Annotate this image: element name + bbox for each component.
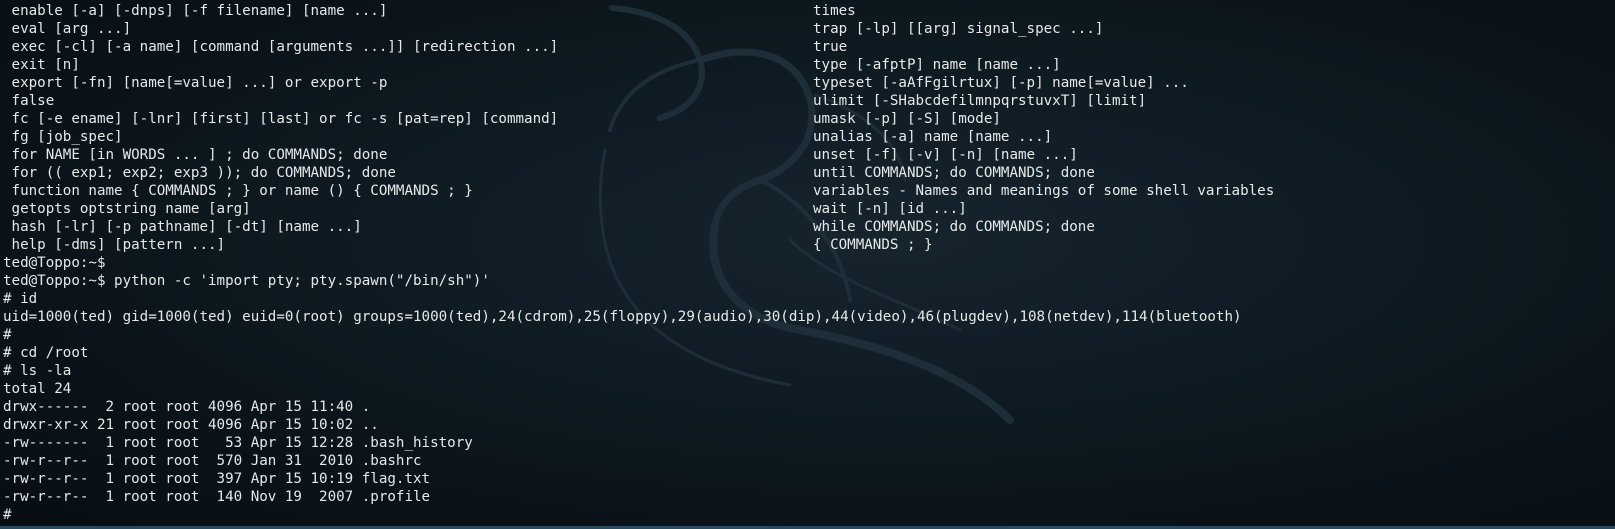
active-shell-prompt[interactable]: # <box>3 506 1242 524</box>
ls-entry-line: -rw-r--r-- 1 root root 397 Apr 15 10:19 … <box>3 471 431 487</box>
shell-prompt-line: ted@Toppo:~$ <box>3 255 106 271</box>
help-line: unalias [-a] name [name ...] <box>813 129 1053 145</box>
ls-entry-line: -rw-r--r-- 1 root root 140 Nov 19 2007 .… <box>3 489 431 505</box>
help-line: unset [-f] [-v] [-n] [name ...] <box>813 147 1078 163</box>
id-output-line: uid=1000(ted) gid=1000(ted) euid=0(root)… <box>3 309 1242 325</box>
ls-entry-line: drwxr-xr-x 21 root root 4096 Apr 15 10:0… <box>3 417 379 433</box>
ls-entry-line: drwx------ 2 root root 4096 Apr 15 11:40… <box>3 399 371 415</box>
help-line: true <box>813 39 848 55</box>
ls-entry-line: -rw------- 1 root root 53 Apr 15 12:28 .… <box>3 435 473 451</box>
help-line: umask [-p] [-S] [mode] <box>813 111 1001 127</box>
shell-command-line: ted@Toppo:~$ python -c 'import pty; pty.… <box>3 273 490 289</box>
help-output-right-column: times trap [-lp] [[arg] signal_spec ...]… <box>813 2 1274 254</box>
terminal-window[interactable]: enable [-a] [-dnps] [-f filename] [name … <box>0 0 1615 529</box>
shell-command-line: # id <box>3 291 38 307</box>
help-line: wait [-n] [id ...] <box>813 201 967 217</box>
help-line: variables - Names and meanings of some s… <box>813 183 1275 199</box>
help-line: trap [-lp] [[arg] signal_spec ...] <box>813 21 1104 37</box>
help-line: times <box>813 3 856 19</box>
shell-prompt-line: # <box>3 327 12 343</box>
help-line: ulimit [-SHabcdefilmnpqrstuvxT] [limit] <box>813 93 1147 109</box>
shell-command-line: # cd /root <box>3 345 89 361</box>
help-line: { COMMANDS ; } <box>813 237 933 253</box>
ls-entry-line: -rw-r--r-- 1 root root 570 Jan 31 2010 .… <box>3 453 422 469</box>
help-line: type [-afptP] name [name ...] <box>813 57 1061 73</box>
help-line: until COMMANDS; do COMMANDS; done <box>813 165 1095 181</box>
help-line: typeset [-aAfFgilrtux] [-p] name[=value]… <box>813 75 1189 91</box>
help-line: while COMMANDS; do COMMANDS; done <box>813 219 1095 235</box>
ls-total-line: total 24 <box>3 381 72 397</box>
shell-command-line: # ls -la <box>3 363 72 379</box>
